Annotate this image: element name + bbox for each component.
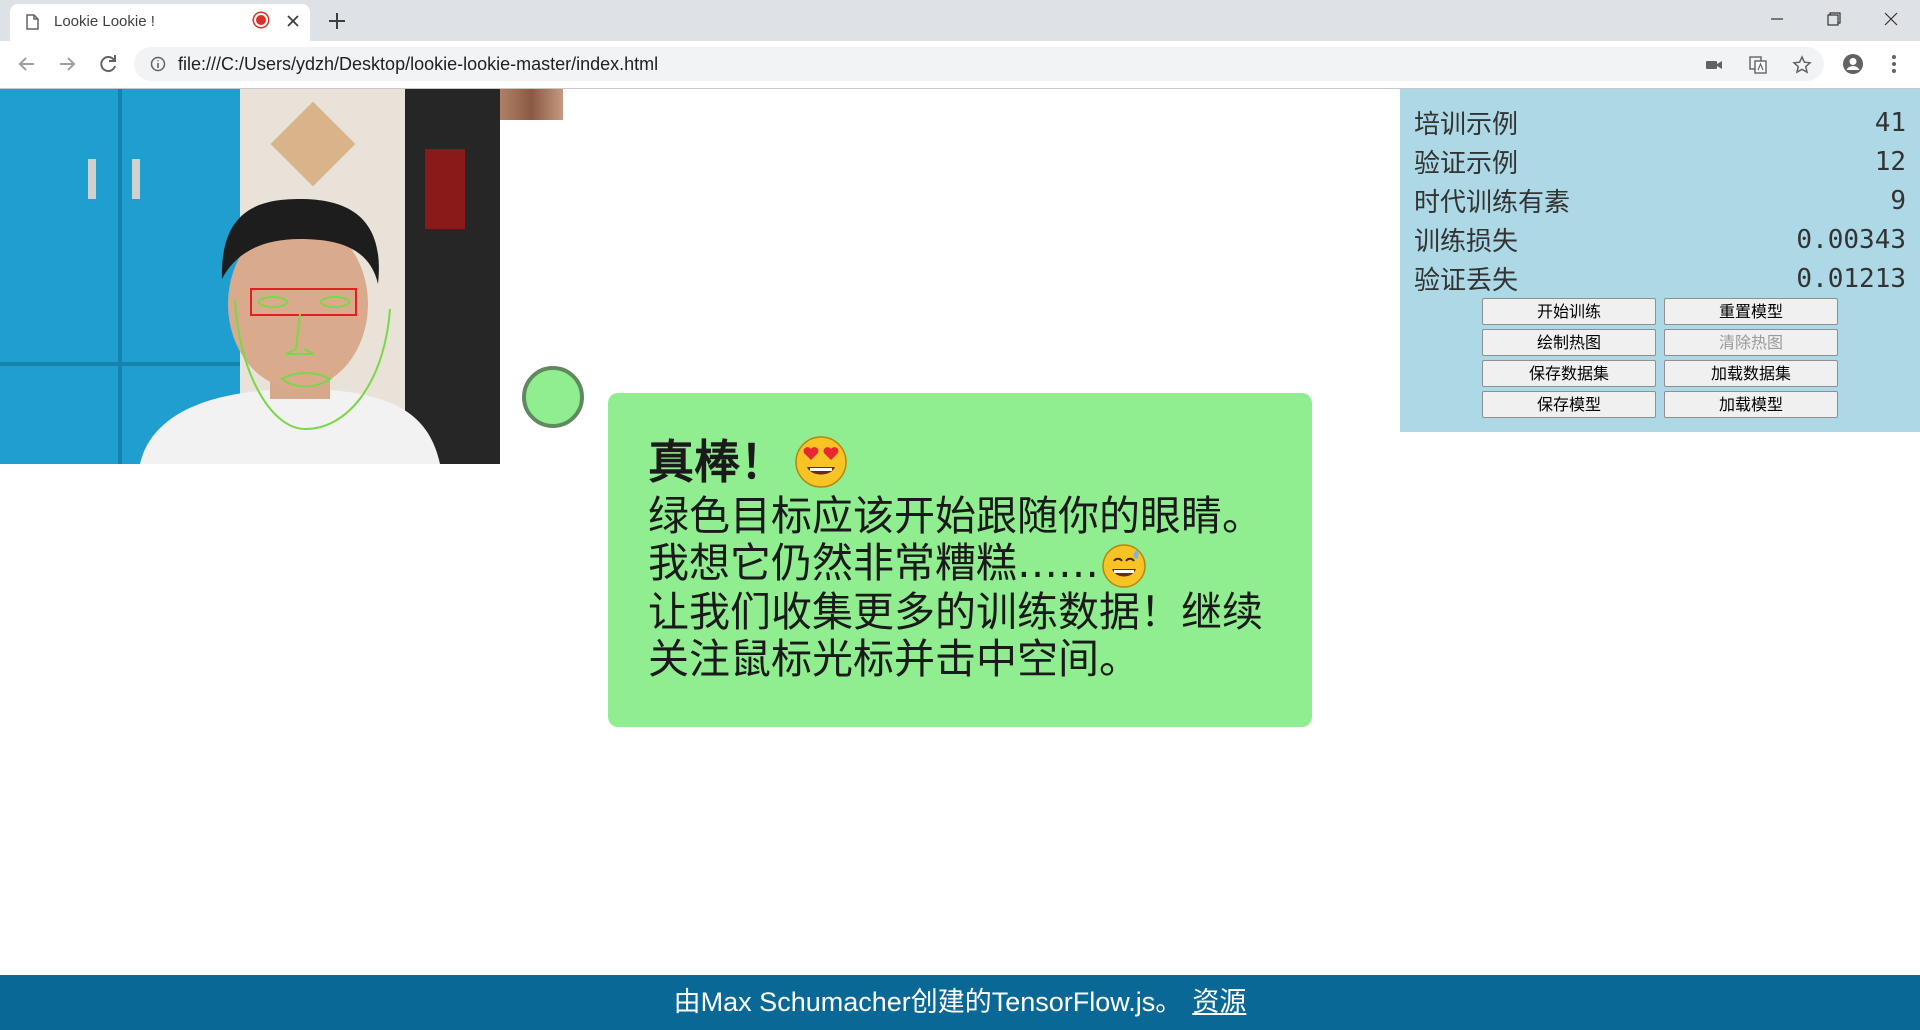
browser-tab[interactable]: Lookie Lookie ! (10, 4, 310, 41)
stats-row: 时代训练有素 9 (1414, 181, 1906, 220)
menu-icon[interactable] (1882, 52, 1906, 76)
restore-icon[interactable] (1818, 6, 1848, 32)
stat-value-training-loss: 0.00343 (1796, 224, 1906, 255)
stats-table: 培训示例 41 验证示例 12 时代训练有素 9 训练损失 0.00343 验证… (1414, 103, 1906, 298)
camera-icon[interactable] (1704, 55, 1724, 75)
tab-title: Lookie Lookie ! (54, 13, 155, 30)
instruction-box: 真棒！ 绿色目标应该开始跟随你的眼睛。 我想它仍然非常糟糕…… 让我们收集更多的… (608, 393, 1312, 727)
stat-label-training-loss: 训练损失 (1414, 227, 1519, 257)
stat-label-epochs: 时代训练有素 (1414, 188, 1571, 218)
reset-model-button[interactable]: 重置模型 (1664, 298, 1838, 325)
stats-row: 训练损失 0.00343 (1414, 220, 1906, 259)
save-model-button[interactable]: 保存模型 (1482, 391, 1656, 418)
sweat-smile-emoji (1102, 544, 1146, 588)
stat-label-training-examples: 培训示例 (1414, 110, 1519, 140)
eyes-canvas (500, 89, 563, 120)
page-icon (26, 14, 39, 30)
recording-icon (256, 15, 266, 25)
save-dataset-button[interactable]: 保存数据集 (1482, 360, 1656, 387)
message-body: 绿色目标应该开始跟随你的眼睛。 我想它仍然非常糟糕…… 让我们收集更多的训练数据… (648, 493, 1272, 683)
stat-value-training-examples: 41 (1874, 107, 1906, 138)
webcam-video (0, 89, 500, 464)
stats-row: 验证丢失 0.01213 (1414, 259, 1906, 298)
stat-label-validation-loss: 验证丢失 (1414, 266, 1519, 296)
heading-text: 真棒！ (648, 435, 786, 489)
info-icon[interactable] (150, 56, 166, 72)
message-line-1: 绿色目标应该开始跟随你的眼睛。 (648, 492, 1263, 540)
back-icon[interactable] (14, 51, 40, 77)
close-tab-icon[interactable] (284, 12, 302, 30)
forward-icon[interactable] (54, 51, 80, 77)
start-training-button[interactable]: 开始训练 (1482, 298, 1656, 325)
bookmark-star-icon[interactable] (1792, 55, 1812, 75)
stat-value-validation-loss: 0.01213 (1796, 263, 1906, 294)
footer-text: 由Max Schumacher创建的TensorFlow.js。 (673, 987, 1183, 1017)
account-icon[interactable] (1841, 52, 1865, 76)
message-line-2: 我想它仍然非常糟糕…… (648, 539, 1099, 587)
message-line-3: 让我们收集更多的训练数据！继续关注鼠标光标并击中空间。 (648, 588, 1263, 683)
load-model-button[interactable]: 加载模型 (1664, 391, 1838, 418)
minimize-icon[interactable] (1762, 6, 1792, 32)
stat-value-epochs: 9 (1890, 185, 1906, 216)
webcam-scene (0, 89, 500, 464)
message-heading: 真棒！ (648, 435, 1272, 489)
page-content: 真棒！ 绿色目标应该开始跟随你的眼睛。 我想它仍然非常糟糕…… 让我们收集更多的… (0, 89, 1920, 1030)
browser-toolbar: file:///C:/Users/ydzh/Desktop/lookie-loo… (0, 41, 1920, 89)
tab-strip: Lookie Lookie ! (0, 0, 1920, 41)
stats-row: 培训示例 41 (1414, 103, 1906, 142)
address-bar[interactable]: file:///C:/Users/ydzh/Desktop/lookie-loo… (134, 47, 1824, 81)
url-text: file:///C:/Users/ydzh/Desktop/lookie-loo… (178, 54, 659, 74)
stat-label-validation-examples: 验证示例 (1414, 149, 1519, 179)
heart-eyes-emoji (795, 436, 847, 488)
gaze-target-dot (522, 366, 584, 428)
stat-value-validation-examples: 12 (1874, 146, 1906, 177)
reload-icon[interactable] (95, 51, 121, 77)
close-window-icon[interactable] (1876, 6, 1906, 32)
draw-heatmap-button[interactable]: 绘制热图 (1482, 329, 1656, 356)
clear-heatmap-button[interactable]: 清除热图 (1664, 329, 1838, 356)
source-link[interactable]: 资源 (1192, 987, 1246, 1017)
new-tab-icon[interactable] (325, 9, 349, 33)
training-info-panel: 培训示例 41 验证示例 12 时代训练有素 9 训练损失 0.00343 验证… (1400, 89, 1920, 432)
load-dataset-button[interactable]: 加载数据集 (1664, 360, 1838, 387)
stats-row: 验证示例 12 (1414, 142, 1906, 181)
footer: 由Max Schumacher创建的TensorFlow.js。 资源 (0, 975, 1920, 1030)
translate-icon[interactable] (1748, 55, 1768, 75)
